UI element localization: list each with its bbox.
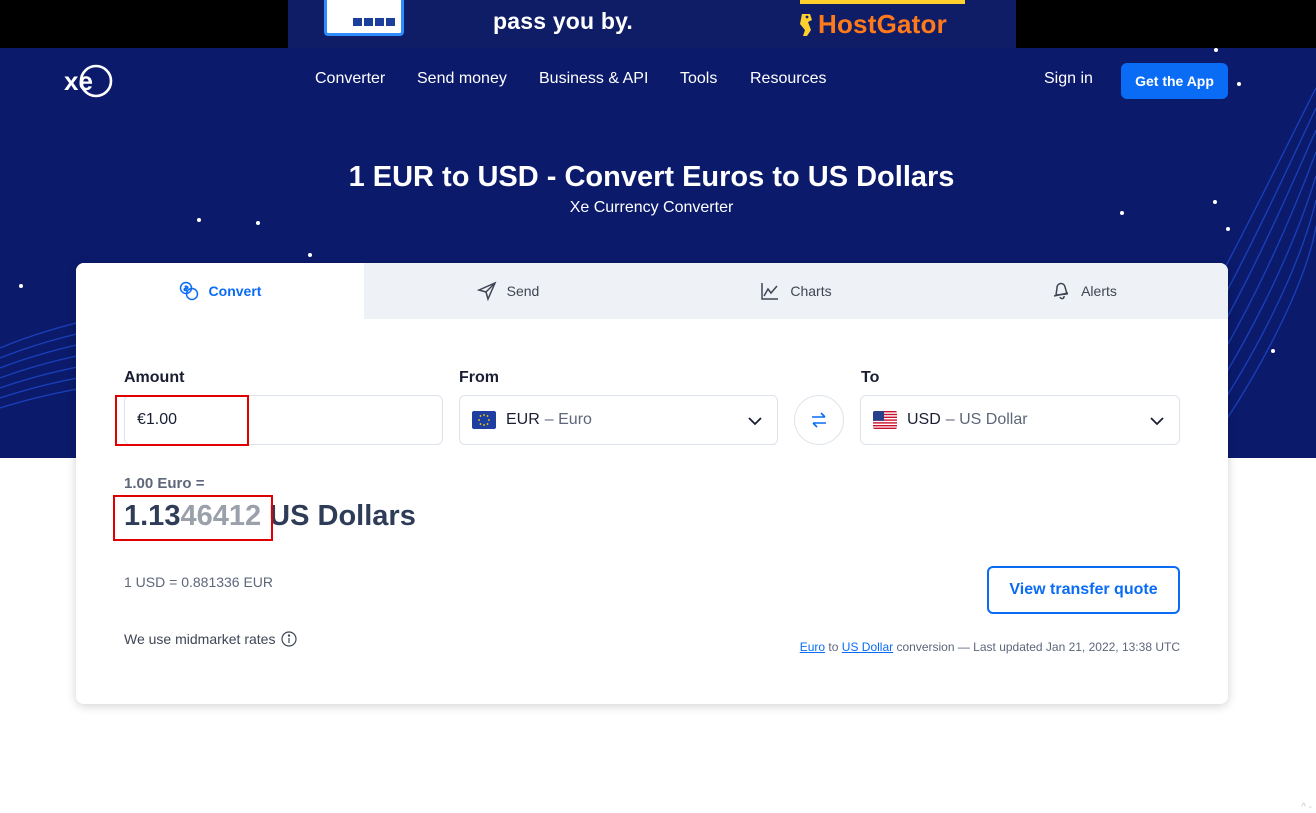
to-name: – US Dollar bbox=[945, 411, 1028, 428]
page-subtitle: Xe Currency Converter bbox=[569, 199, 734, 216]
result-highlight-box bbox=[113, 495, 273, 541]
converted-unit: US Dollars bbox=[261, 500, 416, 532]
to-word: to bbox=[825, 640, 842, 654]
from-code: EUR bbox=[506, 411, 540, 428]
view-transfer-quote-button[interactable]: View transfer quote bbox=[987, 566, 1180, 614]
last-updated: Euro to US Dollar conversion — Last upda… bbox=[800, 640, 1180, 654]
to-code: USD bbox=[907, 411, 941, 428]
ad-illustration bbox=[324, 0, 404, 36]
midmarket-note: We use midmarket rates bbox=[124, 631, 298, 647]
nav-tools[interactable]: Tools bbox=[680, 70, 717, 88]
tab-convert[interactable]: Convert bbox=[76, 263, 364, 319]
ad-brand-text: HostGator bbox=[818, 9, 947, 39]
star-dot bbox=[1226, 227, 1230, 231]
from-label: From bbox=[459, 369, 499, 386]
info-icon[interactable] bbox=[281, 631, 298, 647]
nav-resources[interactable]: Resources bbox=[750, 70, 826, 88]
page-title: 1 EUR to USD - Convert Euros to US Dolla… bbox=[348, 161, 955, 193]
svg-text:xe: xe bbox=[64, 66, 93, 96]
swap-currencies-button[interactable] bbox=[794, 395, 844, 445]
gator-icon bbox=[800, 13, 812, 36]
converter-card: Convert Send Charts Alerts Amount €1.00 … bbox=[76, 263, 1228, 704]
star-dot bbox=[1237, 82, 1241, 86]
eu-flag-icon bbox=[472, 411, 496, 429]
get-the-app-button[interactable]: Get the App bbox=[1121, 63, 1228, 99]
ad-accent-strip bbox=[800, 0, 965, 4]
midmarket-text: We use midmarket rates bbox=[124, 631, 276, 647]
from-currency-select[interactable]: EUR – Euro bbox=[459, 395, 778, 445]
tab-alerts[interactable]: Alerts bbox=[940, 263, 1228, 319]
converter-tabs: Convert Send Charts Alerts bbox=[76, 263, 1228, 319]
nav-business-api[interactable]: Business & API bbox=[539, 70, 648, 88]
star-dot bbox=[308, 253, 312, 257]
ad-headline: pass you by. bbox=[493, 8, 634, 34]
result-from-text: 1.00 Euro = bbox=[124, 475, 205, 492]
star-dot bbox=[19, 284, 23, 288]
sign-in-link[interactable]: Sign in bbox=[1044, 70, 1093, 88]
us-dollar-link[interactable]: US Dollar bbox=[842, 640, 893, 654]
amount-highlight-box bbox=[115, 395, 249, 446]
star-dot bbox=[1271, 349, 1275, 353]
from-name: – Euro bbox=[544, 411, 592, 428]
scroll-indicator: ^ - bbox=[1301, 802, 1312, 813]
chart-icon bbox=[761, 283, 779, 300]
ad-banner-bar: pass you by. HostGator bbox=[0, 0, 1316, 48]
tab-charts[interactable]: Charts bbox=[652, 263, 940, 319]
amount-label: Amount bbox=[124, 369, 185, 386]
star-dot bbox=[1214, 48, 1218, 52]
nav-send-money[interactable]: Send money bbox=[417, 70, 507, 88]
nav-converter[interactable]: Converter bbox=[315, 70, 385, 88]
euro-link[interactable]: Euro bbox=[800, 640, 825, 654]
bell-icon bbox=[1053, 282, 1069, 300]
updated-text: conversion — Last updated Jan 21, 2022, … bbox=[893, 640, 1180, 654]
xe-logo[interactable]: xe bbox=[62, 63, 114, 99]
tab-label: Convert bbox=[208, 283, 262, 299]
star-dot bbox=[197, 218, 201, 222]
star-dot bbox=[256, 221, 260, 225]
convert-icon bbox=[179, 281, 198, 301]
chevron-down-icon bbox=[1150, 417, 1164, 426]
swap-icon bbox=[812, 412, 826, 428]
us-flag-icon bbox=[873, 411, 897, 429]
inverse-rate: 1 USD = 0.881336 EUR bbox=[124, 574, 274, 590]
tab-label: Alerts bbox=[1081, 283, 1117, 299]
tab-send[interactable]: Send bbox=[364, 263, 652, 319]
tab-label: Charts bbox=[790, 283, 832, 299]
chevron-down-icon bbox=[748, 417, 762, 426]
ad-banner[interactable]: pass you by. HostGator bbox=[288, 0, 1016, 48]
tab-label: Send bbox=[506, 283, 540, 299]
to-label: To bbox=[861, 369, 880, 386]
to-currency-select[interactable]: USD – US Dollar bbox=[860, 395, 1180, 445]
send-icon bbox=[476, 281, 497, 301]
ad-brand-logo: HostGator bbox=[796, 9, 947, 40]
